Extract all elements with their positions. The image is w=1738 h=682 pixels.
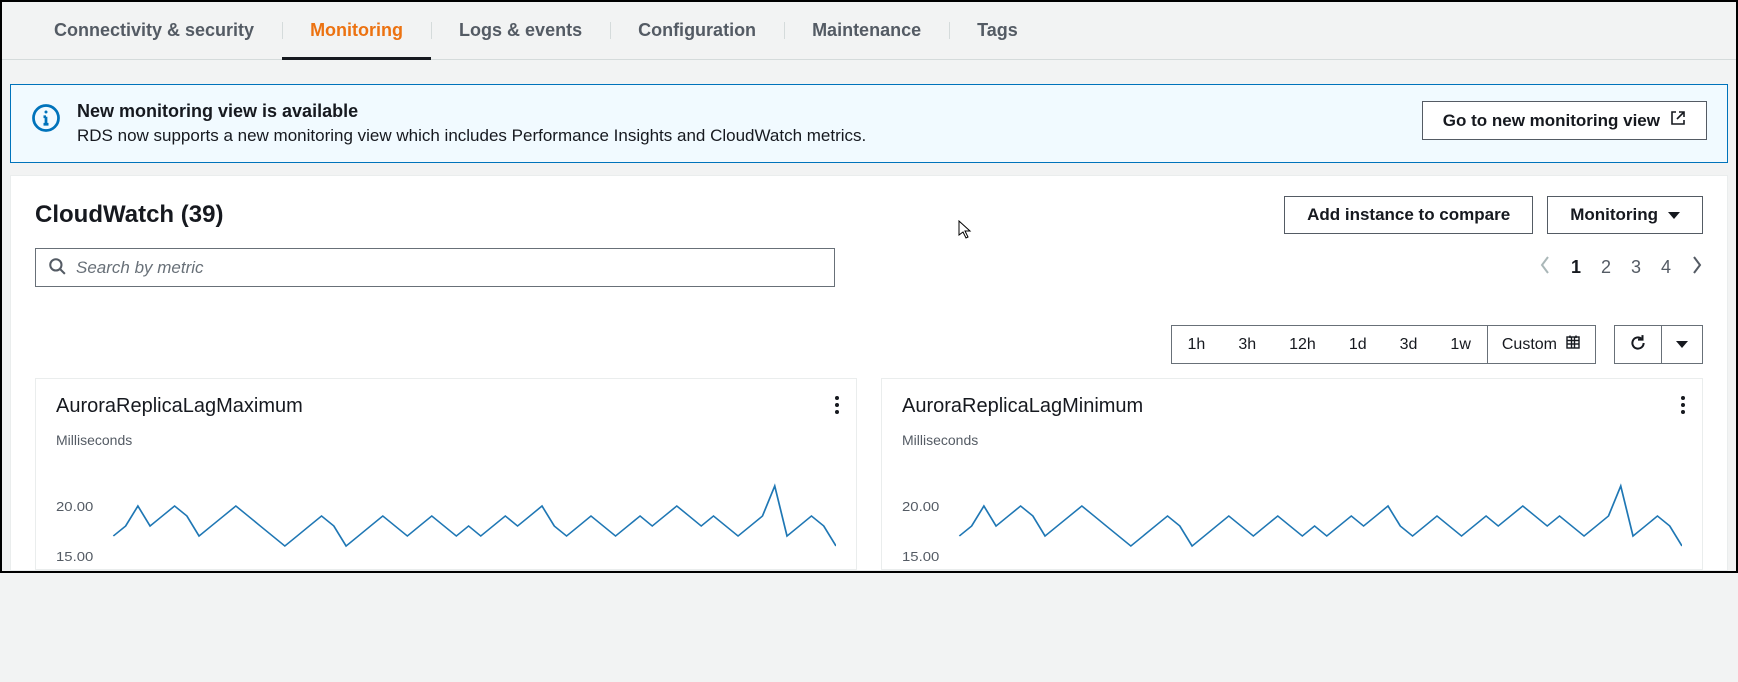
cursor-icon — [958, 220, 974, 243]
add-instance-to-compare-button[interactable]: Add instance to compare — [1284, 196, 1533, 234]
banner-button-label: Go to new monitoring view — [1443, 111, 1660, 131]
time-range-1h[interactable]: 1h — [1172, 326, 1222, 363]
tab-tags[interactable]: Tags — [949, 2, 1046, 59]
refresh-options-dropdown[interactable] — [1661, 326, 1702, 363]
time-range-3h[interactable]: 3h — [1221, 326, 1272, 363]
pagination-prev[interactable] — [1539, 255, 1551, 280]
tab-logs-events[interactable]: Logs & events — [431, 2, 610, 59]
pagination: 1 2 3 4 — [1539, 255, 1703, 280]
svg-text:15.00: 15.00 — [902, 549, 940, 564]
tab-monitoring[interactable]: Monitoring — [282, 2, 431, 59]
monitoring-dropdown-button[interactable]: Monitoring — [1547, 196, 1703, 234]
pagination-page-1[interactable]: 1 — [1571, 257, 1581, 278]
chart-title: AuroraReplicaLagMaximum — [56, 395, 836, 418]
time-range-custom[interactable]: Custom — [1487, 326, 1595, 363]
go-to-new-monitoring-button[interactable]: Go to new monitoring view — [1422, 101, 1707, 140]
pagination-next[interactable] — [1691, 255, 1703, 280]
time-range-3d[interactable]: 3d — [1383, 326, 1434, 363]
pagination-page-3[interactable]: 3 — [1631, 257, 1641, 278]
tab-maintenance[interactable]: Maintenance — [784, 2, 949, 59]
caret-down-icon — [1668, 212, 1680, 219]
caret-down-icon — [1676, 341, 1688, 348]
custom-label: Custom — [1502, 336, 1557, 354]
search-container — [35, 248, 835, 287]
time-range-1d[interactable]: 1d — [1332, 326, 1383, 363]
time-range-12h[interactable]: 12h — [1272, 326, 1332, 363]
chart-plot: 20.00 15.00 — [902, 456, 1682, 566]
time-range-1w[interactable]: 1w — [1433, 326, 1486, 363]
banner-title: New monitoring view is available — [77, 101, 1406, 122]
external-link-icon — [1670, 110, 1686, 131]
svg-text:20.00: 20.00 — [902, 499, 940, 514]
tab-bar: Connectivity & security Monitoring Logs … — [2, 2, 1736, 60]
chart-card-aurora-replica-lag-maximum: AuroraReplicaLagMaximum Milliseconds 20.… — [35, 378, 857, 570]
monitoring-dropdown-label: Monitoring — [1570, 205, 1658, 225]
refresh-button[interactable] — [1615, 326, 1661, 363]
pagination-page-4[interactable]: 4 — [1661, 257, 1671, 278]
chart-plot: 20.00 15.00 — [56, 456, 836, 566]
chart-menu-button[interactable] — [834, 395, 840, 418]
tab-connectivity-security[interactable]: Connectivity & security — [26, 2, 282, 59]
pagination-page-2[interactable]: 2 — [1601, 257, 1611, 278]
refresh-icon — [1629, 334, 1647, 355]
calendar-icon — [1565, 334, 1581, 355]
chart-menu-button[interactable] — [1680, 395, 1686, 418]
cloudwatch-section: CloudWatch (39) Add instance to compare … — [10, 175, 1728, 571]
section-title: CloudWatch (39) — [35, 201, 1284, 229]
info-banner: New monitoring view is available RDS now… — [10, 84, 1728, 163]
search-icon — [48, 257, 66, 278]
search-input[interactable] — [76, 258, 822, 278]
chart-unit: Milliseconds — [902, 432, 1682, 448]
info-icon — [31, 103, 61, 136]
chart-card-aurora-replica-lag-minimum: AuroraReplicaLagMinimum Milliseconds 20.… — [881, 378, 1703, 570]
svg-text:20.00: 20.00 — [56, 499, 94, 514]
svg-text:15.00: 15.00 — [56, 549, 94, 564]
time-range-selector: 1h 3h 12h 1d 3d 1w Custom — [1171, 325, 1596, 364]
banner-description: RDS now supports a new monitoring view w… — [77, 126, 1406, 146]
tab-configuration[interactable]: Configuration — [610, 2, 784, 59]
chart-unit: Milliseconds — [56, 432, 836, 448]
chart-title: AuroraReplicaLagMinimum — [902, 395, 1682, 418]
